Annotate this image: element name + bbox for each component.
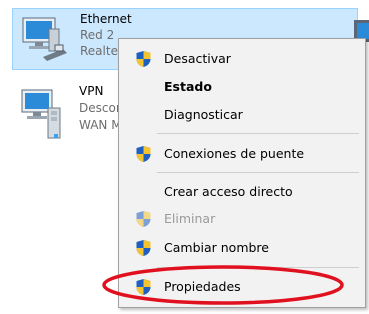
uac-shield-icon bbox=[135, 145, 152, 172]
menu-separator bbox=[157, 172, 359, 173]
menu-item-desactivar[interactable]: Desactivar bbox=[119, 46, 365, 72]
vpn-connection-icon bbox=[18, 86, 72, 148]
uac-shield-icon bbox=[135, 278, 152, 305]
adapter-name: VPN bbox=[79, 84, 104, 98]
context-menu: Desactivar Estado Diagnosticar Conexione… bbox=[118, 38, 366, 308]
menu-separator bbox=[157, 267, 359, 268]
menu-item-label: Propiedades bbox=[164, 279, 241, 294]
menu-item-label: Crear acceso directo bbox=[164, 184, 293, 199]
network-computer-icon bbox=[19, 15, 69, 65]
menu-item-label: Desactivar bbox=[164, 51, 231, 66]
menu-item-label: Cambiar nombre bbox=[164, 240, 269, 255]
menu-item-cambiar-nombre[interactable]: Cambiar nombre bbox=[119, 235, 365, 261]
menu-item-propiedades[interactable]: Propiedades bbox=[119, 274, 365, 300]
uac-shield-icon bbox=[135, 50, 152, 77]
adapter-name: Ethernet bbox=[80, 12, 132, 26]
adapter-network: Red 2 bbox=[80, 28, 115, 42]
menu-item-label: Estado bbox=[164, 79, 212, 94]
menu-item-diagnosticar[interactable]: Diagnosticar bbox=[119, 102, 365, 128]
menu-separator bbox=[157, 133, 359, 134]
menu-item-eliminar: Eliminar bbox=[119, 206, 365, 232]
uac-shield-icon bbox=[135, 239, 152, 266]
menu-item-label: Conexiones de puente bbox=[164, 146, 305, 161]
menu-item-conexiones-de-puente[interactable]: Conexiones de puente bbox=[119, 141, 365, 167]
menu-item-estado[interactable]: Estado bbox=[119, 74, 365, 100]
menu-item-label: Diagnosticar bbox=[164, 107, 243, 122]
menu-item-label: Eliminar bbox=[164, 211, 216, 226]
menu-item-crear-acceso-directo[interactable]: Crear acceso directo bbox=[119, 179, 365, 205]
uac-shield-icon bbox=[135, 210, 152, 237]
